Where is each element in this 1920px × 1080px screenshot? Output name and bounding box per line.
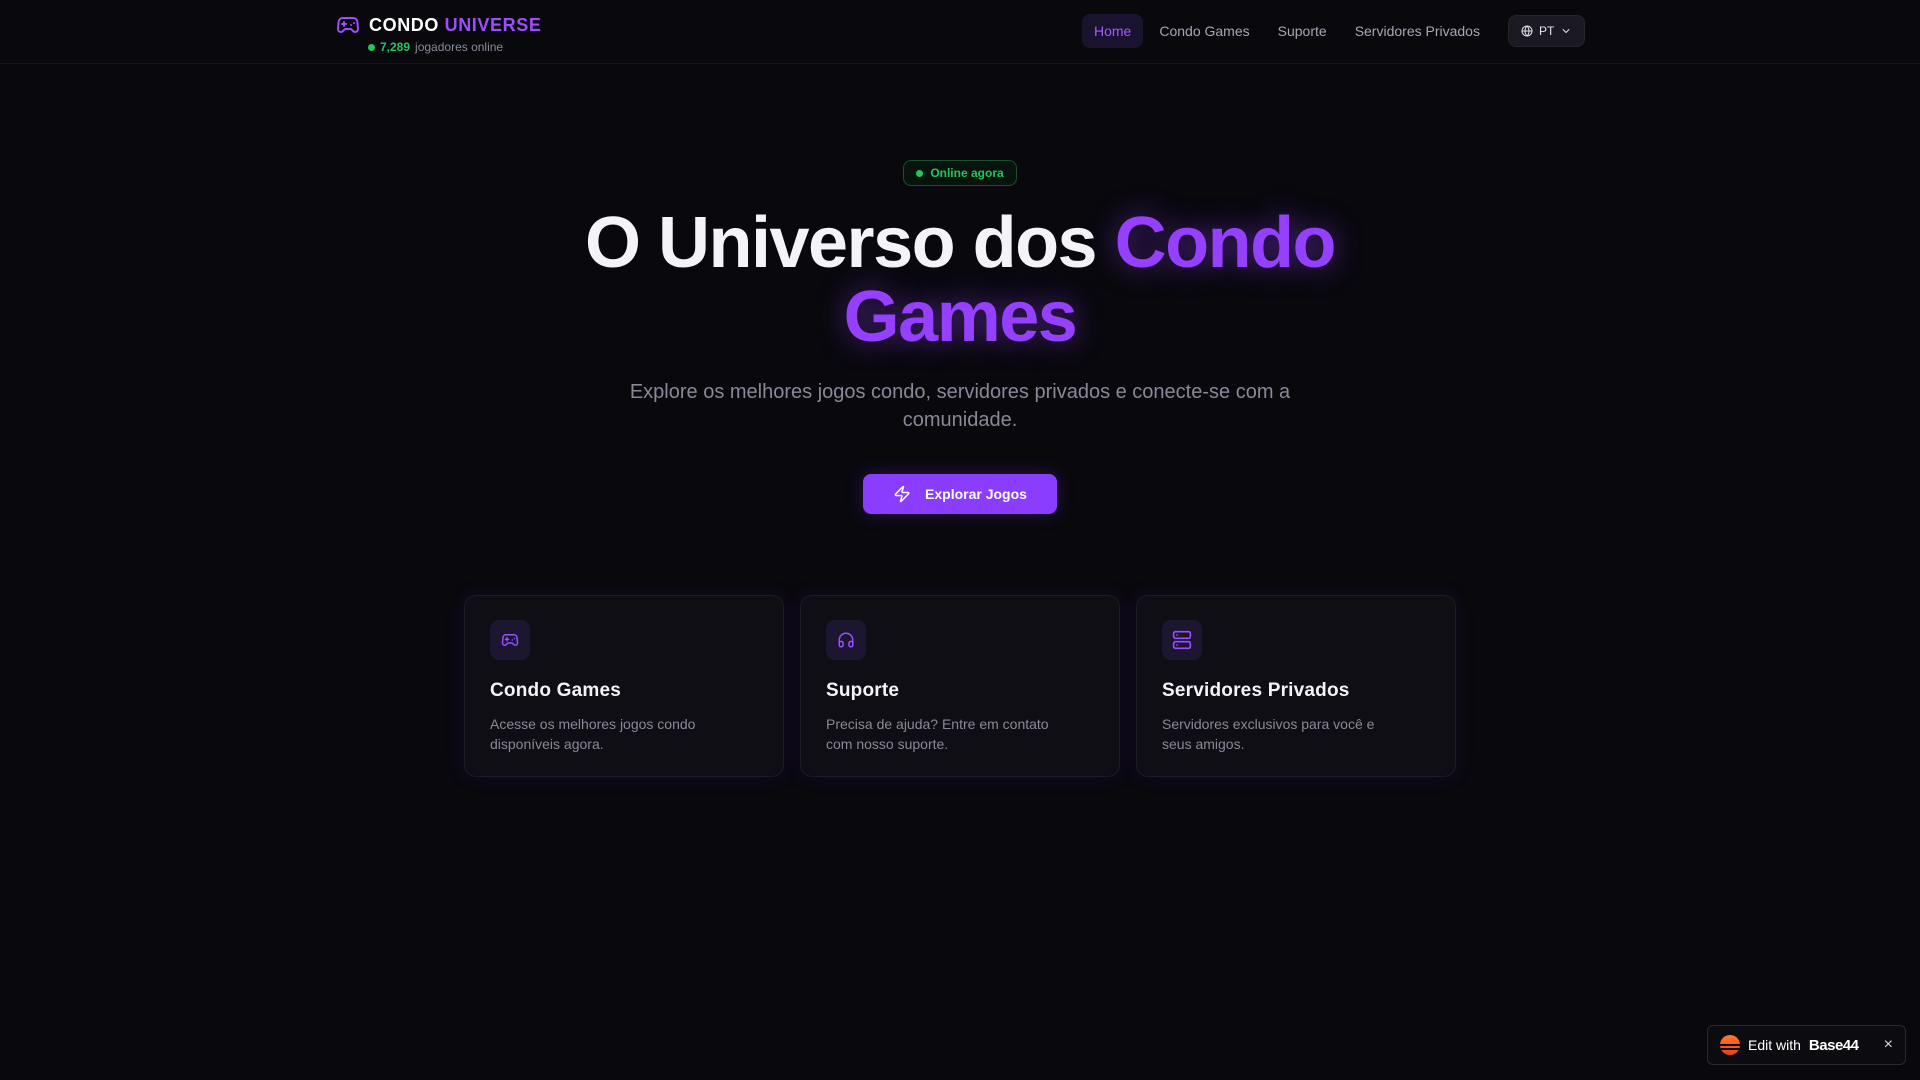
- card-title: Condo Games: [490, 680, 621, 701]
- card-suporte[interactable]: Suporte Precisa de ajuda? Entre em conta…: [800, 595, 1120, 777]
- card-description: Acesse os melhores jogos condo disponíve…: [490, 716, 696, 752]
- language-code: PT: [1538, 24, 1555, 38]
- online-now-badge: Online agora: [903, 160, 1017, 186]
- nav-servidores-privados[interactable]: Servidores Privados: [1343, 14, 1492, 48]
- brand-name-accent: UNIVERSE: [444, 14, 542, 35]
- online-label: jogadores online: [415, 40, 504, 54]
- hero-section: Online agora O Universo dos Condo Games …: [0, 160, 1920, 514]
- card-condo-games[interactable]: Condo Games Acesse os melhores jogos con…: [464, 595, 784, 777]
- close-icon[interactable]: ×: [1884, 1037, 1893, 1053]
- card-title: Servidores Privados: [1162, 680, 1350, 701]
- nav-home[interactable]: Home: [1082, 14, 1144, 48]
- chevron-down-icon: [1560, 25, 1572, 37]
- edit-with-base44-badge[interactable]: Edit with Base44 ×: [1707, 1025, 1906, 1065]
- hero-title: O Universo dos Condo Games: [460, 206, 1460, 354]
- gamepad-icon: [490, 620, 530, 660]
- nav-condo-games[interactable]: Condo Games: [1147, 14, 1261, 48]
- main-nav: Home Condo Games Suporte Servidores Priv…: [1082, 14, 1586, 48]
- base44-wordmark: Base44: [1808, 1036, 1859, 1054]
- online-dot-icon: [368, 43, 375, 51]
- headphones-icon: [826, 620, 866, 660]
- server-icon: [1162, 620, 1202, 660]
- gamepad-icon: [336, 13, 360, 37]
- brand-name: CONDO UNIVERSE: [369, 15, 541, 36]
- explore-games-button[interactable]: Explorar Jogos: [863, 474, 1057, 514]
- online-dot-icon: [916, 169, 924, 177]
- nav-suporte[interactable]: Suporte: [1266, 14, 1339, 48]
- card-servidores-privados[interactable]: Servidores Privados Servidores exclusivo…: [1136, 595, 1456, 777]
- globe-icon: [1521, 25, 1533, 37]
- online-count: 7,289: [380, 40, 411, 54]
- feature-cards: Condo Games Acesse os melhores jogos con…: [464, 595, 1456, 777]
- card-title: Suporte: [826, 680, 900, 701]
- edit-with-label: Edit with: [1748, 1037, 1801, 1053]
- top-navbar: CONDO UNIVERSE 7,289 jogadores online Ho…: [0, 0, 1920, 64]
- brand[interactable]: CONDO UNIVERSE 7,289 jogadores online: [336, 13, 541, 54]
- base44-logo-icon: [1720, 1035, 1740, 1055]
- online-players-indicator: 7,289 jogadores online: [368, 40, 541, 54]
- card-description: Servidores exclusivos para você e seus a…: [1162, 716, 1375, 752]
- brand-name-primary: CONDO: [369, 14, 439, 35]
- card-description: Precisa de ajuda? Entre em contato com n…: [826, 716, 1049, 752]
- zap-icon: [893, 485, 911, 503]
- language-selector[interactable]: PT: [1507, 15, 1586, 47]
- hero-subtitle: Explore os melhores jogos condo, servido…: [629, 381, 1291, 431]
- badge-label: Online agora: [930, 166, 1004, 180]
- explore-games-label: Explorar Jogos: [925, 486, 1027, 502]
- hero-title-main: O Universo dos: [584, 203, 1098, 283]
